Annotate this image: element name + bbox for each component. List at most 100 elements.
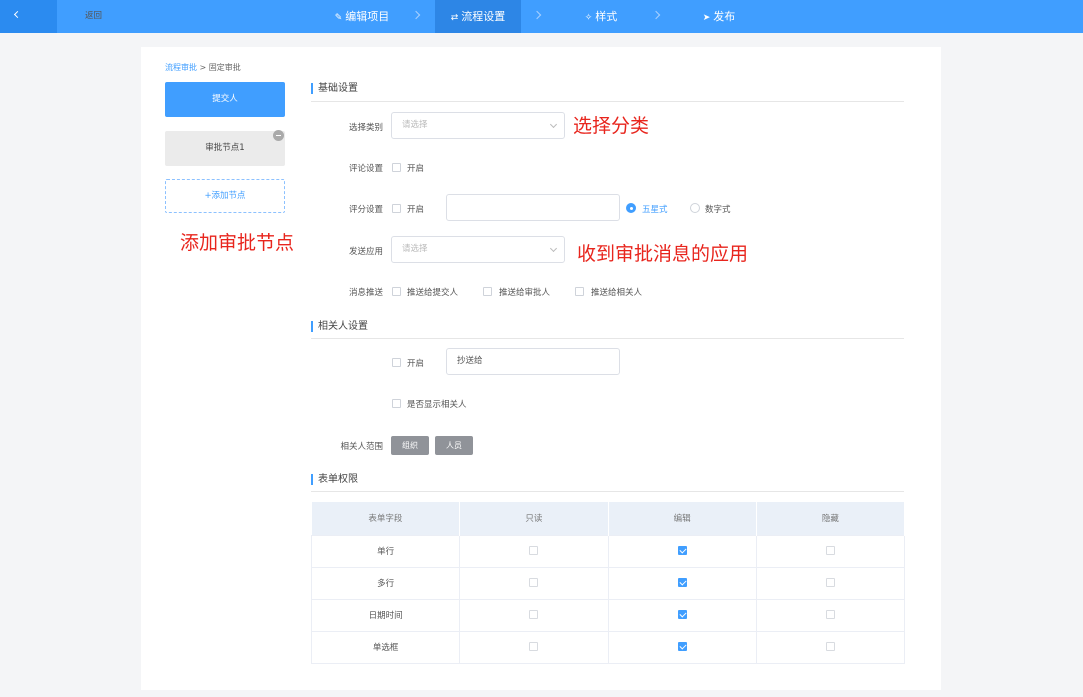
hidden-checkbox[interactable] (825, 578, 835, 587)
readonly-cell (459, 630, 609, 664)
hidden-cell (755, 630, 906, 664)
numeric-radio[interactable] (690, 203, 700, 213)
table-row: 单行 (310, 534, 906, 568)
scope-tag-organization[interactable]: 组织 (391, 436, 429, 455)
divider (311, 491, 904, 492)
comment-label: 评论设置 (348, 164, 383, 174)
hidden-cell (755, 598, 906, 632)
related-scope-label: 相关人范围 (340, 442, 383, 452)
five-star-label: 五星式 (642, 205, 668, 215)
breadcrumb-separator: > (199, 63, 207, 72)
breadcrumb-current: 固定审批 (208, 63, 241, 72)
readonly-checkbox[interactable] (529, 642, 539, 651)
rating-label: 评分设置 (348, 205, 383, 215)
chevron-right-icon (651, 10, 661, 20)
readonly-checkbox[interactable] (529, 578, 539, 587)
send-app-label: 发送应用 (348, 247, 383, 257)
header-hidden: 隐藏 (756, 502, 906, 535)
step-label: 流程设置 (461, 10, 506, 23)
add-node-button[interactable]: +添加节点 (165, 179, 285, 213)
category-placeholder: 请选择 (402, 120, 428, 130)
chevron-down-icon (549, 244, 558, 253)
push-label: 消息推送 (348, 288, 383, 298)
related-enable-label: 开启 (407, 359, 425, 369)
readonly-cell (459, 534, 609, 568)
form-permissions-table: 表单字段 只读 编辑 隐藏 单行 多行 日期时间 单选框 (310, 502, 906, 664)
category-select[interactable]: 请选择 (391, 112, 565, 139)
remove-node-icon[interactable] (273, 130, 284, 141)
back-label: 返回 (84, 11, 102, 21)
breadcrumb-link-flow-approval[interactable]: 流程审批 (165, 63, 197, 72)
flow-settings-card: 流程审批 > 固定审批 提交人 审批节点1 +添加节点 选择分类 添加审批节点 … (141, 47, 941, 690)
edit-cell (607, 534, 757, 568)
step-edit-project[interactable]: ✎ 编辑项目 (316, 0, 408, 33)
hidden-cell (755, 534, 906, 568)
show-related-checkbox[interactable] (392, 399, 401, 408)
readonly-checkbox[interactable] (529, 610, 539, 619)
table-row: 多行 (310, 566, 906, 600)
back-button[interactable]: 返回 (0, 0, 102, 33)
send-app-select[interactable]: 请选择 (391, 236, 565, 263)
hidden-cell (755, 566, 906, 600)
five-star-radio[interactable] (626, 203, 636, 213)
related-settings-title: 相关人设置 (311, 321, 368, 332)
readonly-cell (459, 598, 609, 632)
divider (311, 338, 904, 339)
submitter-node[interactable]: 提交人 (165, 82, 285, 117)
comment-enable-checkbox[interactable] (392, 163, 401, 172)
annotation-select-category: 选择分类 (573, 115, 650, 137)
show-related-label: 是否显示相关人 (407, 400, 467, 410)
edit-cell (607, 598, 757, 632)
push-approver-checkbox[interactable] (483, 287, 492, 296)
step-style[interactable]: ✧ 样式 (563, 0, 639, 33)
category-label: 选择类别 (348, 123, 383, 133)
push-submitter-checkbox[interactable] (392, 287, 401, 296)
send-app-placeholder: 请选择 (402, 244, 428, 254)
hidden-checkbox[interactable] (825, 610, 835, 619)
approval-node[interactable]: 审批节点1 (165, 131, 285, 166)
header-readonly: 只读 (459, 502, 609, 535)
breadcrumb: 流程审批 > 固定审批 (165, 62, 241, 73)
push-approver-label: 推送给审批人 (499, 288, 551, 298)
edit-checkbox[interactable] (677, 578, 687, 587)
annotation-app: 收到审批消息的应用 (577, 243, 749, 265)
basic-settings-title: 基础设置 (311, 83, 358, 94)
rating-enable-checkbox[interactable] (392, 204, 401, 213)
readonly-cell (459, 566, 609, 600)
step-flow-settings[interactable]: ⇄ 流程设置 (435, 0, 521, 33)
rating-input[interactable] (446, 194, 620, 221)
header-edit: 编辑 (608, 502, 757, 535)
header-field: 表单字段 (311, 502, 461, 535)
hidden-checkbox[interactable] (825, 546, 835, 555)
chevron-down-icon (549, 120, 558, 129)
related-enable-checkbox[interactable] (392, 358, 401, 367)
flow-icon: ⇄ (450, 13, 459, 23)
hidden-checkbox[interactable] (825, 642, 835, 651)
comment-enable-label: 开启 (407, 164, 425, 174)
edit-checkbox[interactable] (677, 642, 687, 651)
edit-cell (607, 630, 757, 664)
numeric-label: 数字式 (705, 205, 731, 215)
top-nav-bar: 返回 ✎ 编辑项目 ⇄ 流程设置 ✧ 样式 ➤ 发布 (0, 0, 1083, 33)
readonly-checkbox[interactable] (529, 546, 539, 555)
form-permissions-title: 表单权限 (311, 474, 358, 485)
rating-enable-label: 开启 (407, 205, 425, 215)
edit-checkbox[interactable] (677, 610, 687, 619)
step-label: 样式 (595, 10, 618, 23)
push-related-label: 推送给相关人 (591, 288, 643, 298)
table-header-row: 表单字段 只读 编辑 隐藏 (311, 502, 906, 535)
step-label: 发布 (713, 10, 736, 23)
divider (311, 101, 904, 102)
edit-checkbox[interactable] (677, 546, 687, 555)
style-icon: ✧ (584, 13, 593, 23)
chevron-left-icon (13, 10, 22, 19)
push-related-checkbox[interactable] (575, 287, 584, 296)
annotation-add-node: 添加审批节点 (180, 232, 295, 254)
chevron-right-icon (411, 10, 421, 20)
step-publish[interactable]: ➤ 发布 (683, 0, 755, 33)
scope-tag-person[interactable]: 人员 (435, 436, 473, 455)
cc-to-input[interactable]: 抄送给 (446, 348, 620, 375)
edit-icon: ✎ (334, 13, 343, 23)
table-row: 日期时间 (310, 598, 906, 632)
field-name: 日期时间 (310, 598, 461, 632)
